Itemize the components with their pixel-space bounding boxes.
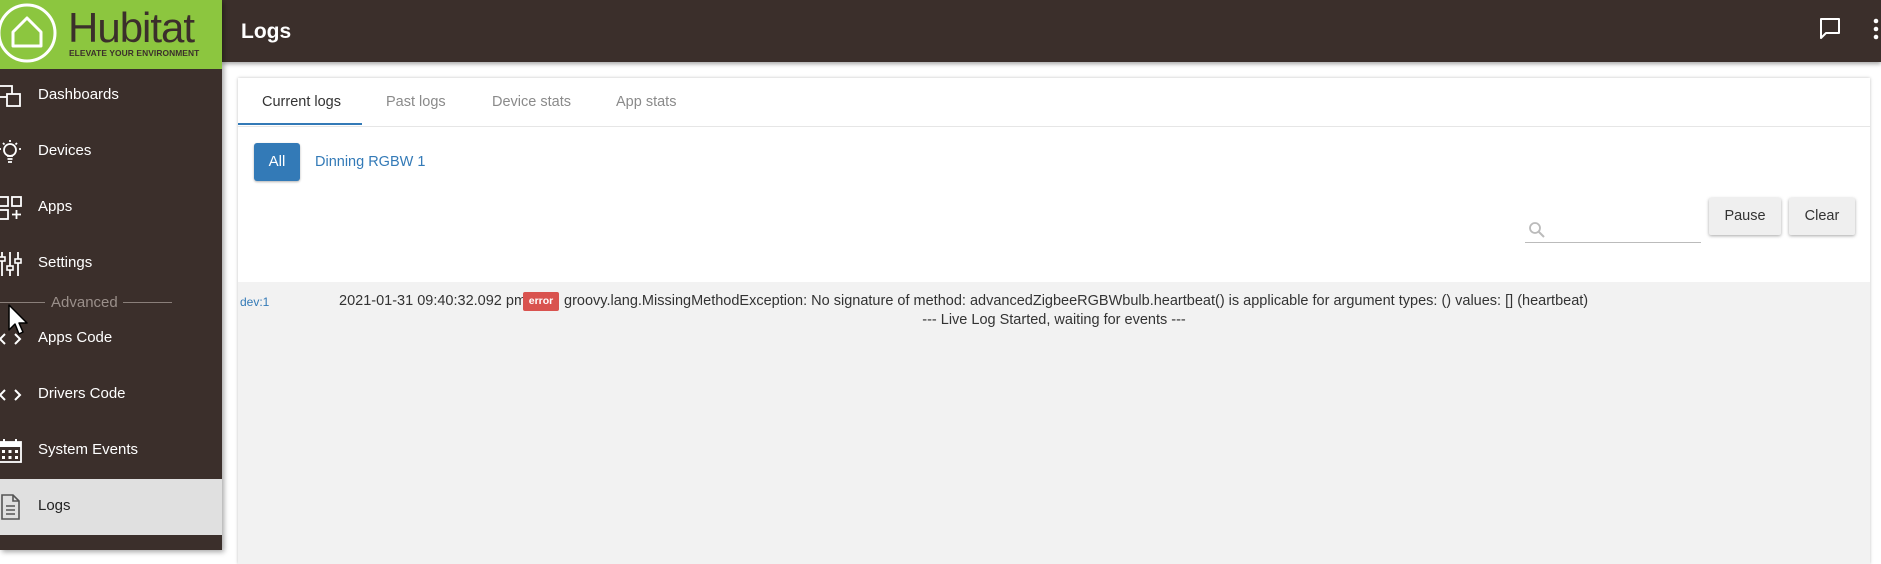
- calendar-icon: [0, 439, 22, 463]
- log-message: groovy.lang.MissingMethodException: No s…: [564, 293, 1589, 309]
- sidebar-item-label: Apps Code: [38, 329, 113, 346]
- divider-line: [0, 302, 45, 303]
- apps-icon: [0, 196, 22, 220]
- chat-icon[interactable]: [1819, 17, 1841, 39]
- code-icon: [0, 389, 22, 401]
- active-tab-indicator: [238, 123, 362, 125]
- sidebar-item-label: Devices: [38, 142, 92, 159]
- log-output: dev:1 2021-01-31 09:40:32.092 pm error g…: [238, 282, 1870, 564]
- sidebar-item-label: Drivers Code: [38, 385, 126, 402]
- log-level-badge: error: [523, 292, 559, 311]
- mouse-cursor-icon: [8, 304, 28, 335]
- sidebar-item-logs[interactable]: Logs: [0, 479, 222, 535]
- sliders-icon: [0, 252, 22, 276]
- sidebar-item-label: System Events: [38, 441, 139, 458]
- search-input[interactable]: [1551, 220, 1701, 242]
- sidebar-item-apps-code[interactable]: Apps Code: [0, 311, 222, 367]
- tab-past-logs[interactable]: Past logs: [386, 94, 446, 110]
- sidebar-item-system-events[interactable]: System Events: [0, 423, 222, 479]
- advanced-section-label: Advanced: [51, 294, 118, 311]
- sidebar-item-devices[interactable]: Devices: [0, 124, 222, 180]
- sidebar-item-label: Apps: [38, 198, 73, 215]
- pause-button[interactable]: Pause: [1709, 198, 1781, 235]
- logo-brand: Hubitat: [68, 4, 195, 51]
- lightbulb-icon: [0, 140, 21, 163]
- sidebar-item-apps[interactable]: Apps: [0, 180, 222, 236]
- divider-line: [123, 302, 172, 303]
- tab-device-stats[interactable]: Device stats: [492, 94, 571, 110]
- sidebar-item-label: Settings: [38, 254, 93, 271]
- dashboards-icon: [0, 85, 21, 107]
- search-icon: [1529, 222, 1545, 238]
- document-icon: [1, 494, 20, 520]
- sidebar-item-dashboards[interactable]: Dashboards: [0, 68, 222, 124]
- filter-all-button[interactable]: All: [254, 143, 300, 181]
- log-search: [1525, 218, 1701, 243]
- clear-button[interactable]: Clear: [1789, 198, 1855, 235]
- filter-device-link[interactable]: Dinning RGBW 1: [315, 154, 425, 170]
- sidebar: Hubitat ELEVATE YOUR ENVIRONMENT Dashboa…: [0, 0, 222, 550]
- tab-current-logs[interactable]: Current logs: [262, 94, 341, 110]
- live-log-status: --- Live Log Started, waiting for events…: [922, 312, 1186, 328]
- page-title: Logs: [241, 20, 292, 43]
- top-header: Logs: [222, 0, 1881, 62]
- log-timestamp: 2021-01-31 09:40:32.092 pm: [339, 293, 527, 309]
- tab-app-stats[interactable]: App stats: [616, 94, 676, 110]
- house-logo-icon: [0, 3, 57, 63]
- sidebar-item-drivers-code[interactable]: Drivers Code: [0, 367, 222, 423]
- tab-bar: Current logs Past logs Device stats App …: [238, 78, 1870, 127]
- log-source-link[interactable]: dev:1: [240, 295, 269, 309]
- logo-tagline: ELEVATE YOUR ENVIRONMENT: [69, 48, 200, 58]
- hubitat-logo[interactable]: Hubitat ELEVATE YOUR ENVIRONMENT: [0, 0, 222, 69]
- sidebar-item-label: Logs: [38, 497, 71, 514]
- sidebar-item-label: Dashboards: [38, 86, 119, 103]
- more-vert-icon[interactable]: [1871, 17, 1881, 41]
- logs-panel: Current logs Past logs Device stats App …: [238, 78, 1870, 564]
- sidebar-item-settings[interactable]: Settings: [0, 236, 222, 292]
